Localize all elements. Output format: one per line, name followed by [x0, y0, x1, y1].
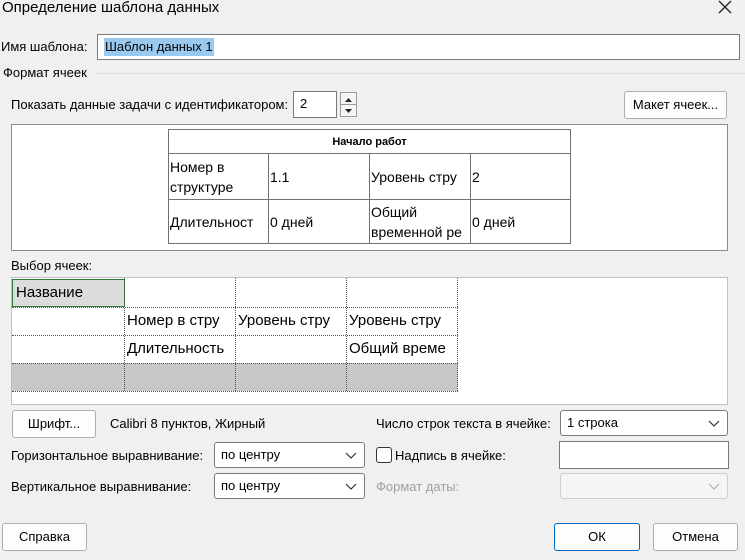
vertical-align-label: Вертикальное выравнивание: — [11, 479, 192, 494]
chevron-down-icon — [708, 420, 720, 427]
spin-down-icon[interactable] — [340, 104, 357, 117]
vertical-align-select[interactable]: по центру — [214, 473, 365, 499]
horizontal-align-value: по центру — [221, 447, 281, 462]
cancel-button[interactable]: Отмена — [653, 523, 738, 551]
lines-per-cell-select[interactable]: 1 строка — [560, 410, 728, 436]
dialog-title: Определение шаблона данных — [2, 0, 220, 16]
preview-cell: 1.1 — [268, 153, 370, 200]
grid-line — [12, 391, 458, 392]
preview-cell: Уровень стру — [369, 153, 471, 200]
preview-cell: 2 — [470, 153, 571, 200]
grid-cell[interactable]: Номер в стру — [124, 307, 234, 335]
grid-cell[interactable]: Название — [13, 279, 123, 307]
preview-pane: Начало работ Номер в структуре 1.1 Урове… — [11, 124, 728, 251]
chevron-down-icon — [345, 483, 357, 490]
task-id-input[interactable]: 2 — [293, 91, 337, 118]
grid-cell[interactable]: Длительность — [124, 335, 234, 363]
lines-per-cell-label: Число строк текста в ячейке: — [376, 416, 551, 431]
cell-layout-button[interactable]: Макет ячеек... — [624, 91, 727, 119]
caption-label: Надпись в ячейке: — [395, 448, 506, 463]
horizontal-align-select[interactable]: по центру — [214, 442, 365, 468]
template-name-value: Шаблон данных 1 — [104, 38, 214, 56]
preview-cell: Общий временной ре — [369, 199, 471, 244]
date-format-label: Формат даты: — [376, 479, 460, 494]
template-name-label: Имя шаблона: — [1, 39, 88, 54]
task-id-label: Показать данные задачи с идентификатором… — [11, 97, 289, 112]
template-name-input[interactable]: Шаблон данных 1 — [97, 34, 740, 60]
date-format-select[interactable] — [560, 473, 728, 499]
close-icon[interactable] — [714, 0, 736, 18]
group-divider — [95, 73, 745, 74]
preview-cell: Номер в структуре — [168, 153, 269, 200]
cell-selection-label: Выбор ячеек: — [11, 258, 93, 273]
preview-table: Начало работ Номер в структуре 1.1 Урове… — [168, 129, 571, 244]
lines-per-cell-value: 1 строка — [567, 415, 618, 430]
chevron-down-icon — [708, 483, 720, 490]
help-button[interactable]: Справка — [2, 523, 87, 551]
vertical-align-value: по центру — [221, 478, 281, 493]
grid-cell[interactable]: Уровень стру — [235, 307, 345, 335]
font-button[interactable]: Шрифт... — [12, 410, 96, 438]
preview-cell-text: Общий временной ре — [371, 203, 462, 240]
preview-cell: Длительност — [168, 199, 269, 244]
cell-format-group-label: Формат ячеек — [3, 65, 87, 80]
horizontal-align-label: Горизонтальное выравнивание: — [11, 448, 204, 463]
ok-button[interactable]: ОК — [554, 523, 640, 551]
preview-cell: 0 дней — [470, 199, 571, 244]
font-info: Calibri 8 пунктов, Жирный — [110, 416, 266, 431]
preview-cell: 0 дней — [268, 199, 370, 244]
grid-cell[interactable]: Общий време — [346, 335, 456, 363]
preview-header: Начало работ — [168, 129, 571, 154]
cell-selection-grid[interactable]: Название Номер в стру Уровень стру Урове… — [11, 277, 728, 405]
caption-checkbox[interactable] — [376, 447, 392, 463]
grid-cell[interactable]: Уровень стру — [346, 307, 456, 335]
chevron-down-icon — [345, 452, 357, 459]
caption-input[interactable] — [559, 441, 729, 469]
grid-line — [12, 363, 458, 364]
